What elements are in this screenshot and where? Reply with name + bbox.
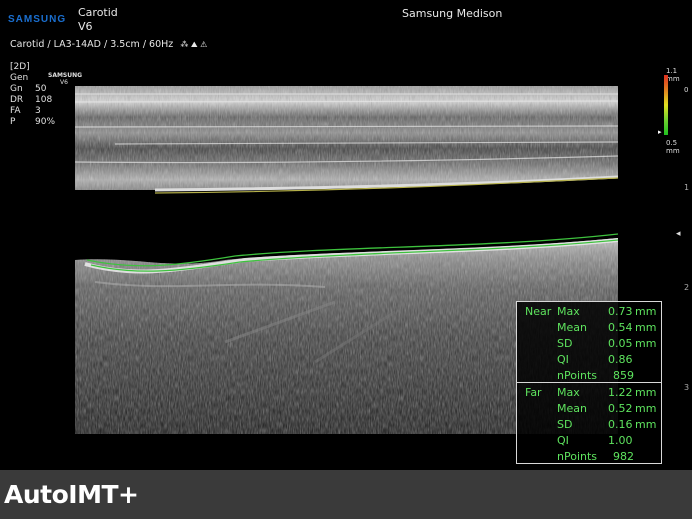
gen-label: Gen [10,73,29,83]
near-row-mean: Mean 0.54 mm [517,320,661,336]
samsung-logo: SAMSUNG [8,14,67,25]
param-value-p: 90% [35,117,56,127]
far-row-sd: SD 0.16 mm [517,417,661,433]
param-value-gn: 50 [35,84,47,94]
far-qi-key: QI [557,434,569,447]
param-label-p: P [10,117,16,127]
param-label-gn: Gn [10,84,23,94]
far-max-key: Max [557,386,580,399]
far-sd-unit: mm [635,418,657,431]
far-row-mean: Mean 0.52 mm [517,401,661,417]
scale-pointer-icon: ▸ [658,128,662,136]
far-npoints-key: nPoints [557,450,598,463]
far-row-npoints: nPoints 982 [517,449,661,465]
far-mean-key: Mean [557,402,587,415]
near-sd-value: 0.05 [608,337,633,350]
far-row-max: Far Max 1.22 mm [517,385,661,401]
focus-marker-icon: ◂ [676,229,681,239]
scale-mid-label: 0 [684,86,689,94]
preset-label: Carotid [78,6,118,19]
far-wall-results: Far Max 1.22 mm Mean 0.52 mm SD 0.16 mm … [516,382,662,464]
manufacturer-label: Samsung Medison [402,7,503,20]
far-mean-value: 0.52 [608,402,633,415]
feature-caption-bar: AutoIMT+ [0,470,692,519]
mode-label: [2D] [10,62,30,72]
near-row-qi: QI 0.86 [517,352,661,368]
near-mean-key: Mean [557,321,587,334]
far-sd-key: SD [557,418,573,431]
near-row-sd: SD 0.05 mm [517,336,661,352]
near-mean-unit: mm [635,321,657,334]
far-max-value: 1.22 [608,386,633,399]
param-label-dr: DR [10,95,24,105]
near-sd-unit: mm [635,337,657,350]
far-label: Far [525,386,542,399]
near-max-value: 0.73 [608,305,633,318]
scale-bottom-label: 0.5 mm [666,139,680,155]
far-sd-value: 0.16 [608,418,633,431]
depth-mark-2: 2 [684,283,690,292]
probe-line: Carotid / LA3-14AD / 3.5cm / 60Hz [10,39,174,50]
near-wall-results: Near Max 0.73 mm Mean 0.54 mm SD 0.05 mm… [516,301,662,383]
far-mean-unit: mm [635,402,657,415]
near-max-unit: mm [635,305,657,318]
far-qi-value: 1.00 [608,434,633,447]
probe-status-icons: ⁂ ⛰ ⚠ [180,40,208,49]
near-qi-value: 0.86 [608,353,633,366]
near-row-max: Near Max 0.73 mm [517,304,661,320]
near-sd-key: SD [557,337,573,350]
near-qi-key: QI [557,353,569,366]
probe-info: Carotid / LA3-14AD / 3.5cm / 60Hz ⁂ ⛰ ⚠ [10,39,207,50]
imt-results-panel: Near Max 0.73 mm Mean 0.54 mm SD 0.05 mm… [516,301,662,464]
param-label-fa: FA [10,106,21,116]
param-value-fa: 3 [35,106,41,116]
param-value-dr: 108 [35,95,53,105]
far-npoints-value: 982 [613,450,634,463]
depth-mark-1: 1 [684,183,690,192]
thickness-color-scale [664,75,668,135]
near-max-key: Max [557,305,580,318]
system-label: V6 [78,20,93,33]
far-row-qi: QI 1.00 [517,433,661,449]
near-label: Near [525,305,552,318]
scale-top-label: 1.1 mm [666,67,680,83]
near-mean-value: 0.54 [608,321,633,334]
watermark-brand: SAMSUNG [48,72,83,79]
watermark-model: V6 [60,79,68,86]
ultrasound-screen: SAMSUNG Carotid V6 Samsung Medison Carot… [0,0,692,470]
feature-title: AutoIMT+ [4,480,139,509]
depth-mark-3: 3 [684,383,690,392]
far-max-unit: mm [635,386,657,399]
